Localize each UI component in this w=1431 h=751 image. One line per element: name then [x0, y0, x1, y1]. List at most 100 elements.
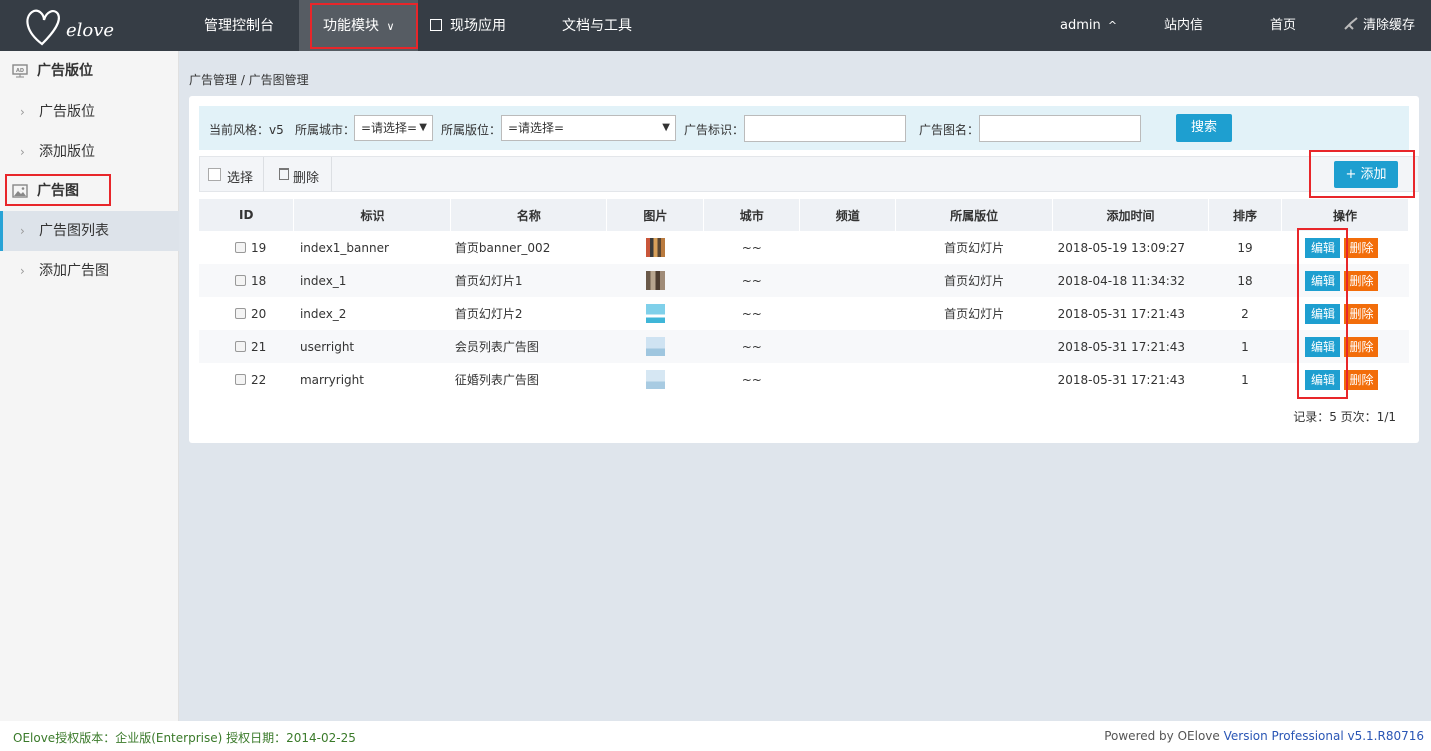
cell-image	[607, 297, 704, 330]
sidebar-item-add-slot[interactable]: › 添加版位	[0, 132, 179, 172]
highlight-box	[5, 174, 111, 206]
cell-order: 1	[1241, 372, 1249, 387]
cell-id: 18	[199, 264, 294, 297]
cell-name: 首页幻灯片1	[450, 264, 607, 297]
cell-tag: index1_banner	[299, 240, 389, 255]
cell-time: 2018-04-18 11:34:32	[1052, 264, 1209, 297]
dropdown-arrow-icon: ▼	[662, 122, 670, 133]
ad-thumbnail[interactable]	[645, 337, 665, 356]
col-header: 名称	[450, 199, 608, 231]
col-header: 操作	[1281, 199, 1410, 231]
cell-id: 22	[199, 363, 294, 396]
cell-tag: marryright	[299, 372, 364, 387]
content-panel: 当前风格：v5 所属城市： =请选择= ▼ 所属版位： =请选择= ▼ 广告标识： …	[189, 96, 1419, 443]
col-header: 图片	[606, 199, 705, 231]
select-all-checkbox[interactable]	[208, 168, 221, 181]
sidebar-item-ad-slots[interactable]: › 广告版位	[0, 92, 179, 132]
delete-button[interactable]: 删除	[1344, 303, 1379, 324]
row-checkbox[interactable]	[235, 241, 246, 253]
ad-thumbnail[interactable]	[645, 238, 665, 257]
cell-image	[606, 330, 704, 363]
nav-home[interactable]: 首页	[1270, 0, 1296, 51]
cell-city: ~~	[703, 264, 800, 297]
sidebar-item-add-ad-image[interactable]: › 添加广告图	[0, 251, 179, 291]
delete-button[interactable]: 删除	[1344, 369, 1379, 390]
cell-city: ~~	[741, 306, 762, 321]
tag-input[interactable]	[744, 115, 906, 142]
nav-docs-tools[interactable]: 文档与工具	[562, 0, 632, 51]
nav-onsite-apps[interactable]: 现场应用	[430, 0, 506, 51]
search-button[interactable]: 搜索	[1176, 114, 1232, 142]
row-checkbox[interactable]	[235, 340, 246, 352]
cell-channel	[800, 363, 896, 396]
sidebar-group-ad-slots[interactable]: AD 广告版位	[0, 51, 179, 91]
cube-icon	[430, 19, 442, 31]
cell-slot: 首页幻灯片	[895, 264, 1053, 297]
nav-console[interactable]: 管理控制台	[204, 0, 274, 51]
delete-button[interactable]: 删除	[1344, 237, 1379, 258]
user-name: admin	[1060, 18, 1101, 33]
cell-time: 2018-05-31 17:21:43	[1057, 372, 1186, 387]
row-checkbox[interactable]	[235, 274, 246, 286]
cell-channel	[799, 264, 896, 297]
cell-image	[606, 264, 704, 297]
ad-thumbnail[interactable]	[645, 304, 665, 323]
cell-channel	[800, 231, 896, 264]
oelove-logo[interactable]: elove	[22, 4, 132, 50]
table-toolbar: 选择 删除	[199, 156, 1419, 192]
delete-button[interactable]: 删除	[1344, 270, 1379, 291]
table-row: 22 marryright 征婚列表广告图 ~~ 2018-05-31 17:21:43…	[199, 363, 1409, 396]
cell-image	[607, 363, 704, 396]
sidebar: AD 广告版位 › 广告版位 › 添加版位 广告图 › 广告图列表 › 添加广告…	[0, 51, 179, 721]
cell-city: ~~	[703, 330, 800, 363]
cell-tag: index_1	[293, 264, 451, 297]
clear-cache-button[interactable]: 清除缓存	[1343, 0, 1415, 51]
row-id: 19	[251, 240, 267, 255]
chevron-right-icon: ›	[20, 145, 25, 159]
col-header: 添加时间	[1052, 199, 1210, 231]
version-link[interactable]: Version Professional v5.1.R80716	[1224, 729, 1424, 743]
col-header: 所属版位	[895, 199, 1054, 231]
image-name-input[interactable]	[979, 115, 1141, 142]
user-menu[interactable]: admin ^	[1060, 0, 1117, 51]
cell-slot	[895, 330, 1053, 363]
cell-slot	[896, 363, 1053, 396]
row-checkbox[interactable]	[235, 307, 246, 319]
ad-icon: AD	[12, 64, 28, 78]
image-name-label: 广告图名：	[919, 123, 980, 137]
slot-label: 所属版位：	[441, 123, 502, 137]
row-id: 21	[251, 339, 267, 354]
clear-cache-label: 清除缓存	[1363, 18, 1416, 33]
cell-id: 20	[199, 297, 294, 330]
cell-order: 1	[1208, 330, 1282, 363]
cell-channel	[800, 297, 896, 330]
table-row: 18 index_1 首页幻灯片1 ~~ 首页幻灯片 2018-04-18 11:34:3…	[199, 264, 1409, 297]
sidebar-item-ad-image-list[interactable]: › 广告图列表	[0, 211, 179, 251]
license-info: OElove授权版本：企业版(Enterprise) 授权日期：2014-02-…	[13, 731, 356, 745]
nav-messages[interactable]: 站内信	[1164, 0, 1203, 51]
svg-text:AD: AD	[16, 68, 24, 74]
col-header: 标识	[293, 199, 452, 231]
cell-city: ~~	[741, 240, 762, 255]
delete-button[interactable]: 删除	[1344, 336, 1379, 357]
city-select[interactable]: =请选择= ▼	[354, 115, 433, 141]
table-row: 19 index1_banner 首页banner_002 ~~ 首页幻灯片 2018-0…	[199, 231, 1409, 264]
nav-onsite-apps-label: 现场应用	[450, 18, 506, 34]
ad-thumbnail[interactable]	[645, 370, 665, 389]
row-id: 22	[251, 372, 267, 387]
tag-label: 广告标识：	[684, 123, 745, 137]
row-checkbox[interactable]	[235, 373, 246, 385]
batch-delete-button[interactable]: 删除	[293, 167, 319, 186]
cell-order: 18	[1208, 264, 1282, 297]
chevron-right-icon: ›	[20, 105, 25, 119]
brush-icon	[1344, 17, 1358, 30]
svg-text:elove: elove	[66, 20, 114, 41]
slot-select[interactable]: =请选择= ▼	[501, 115, 676, 141]
pagination-info: 记录：5 页次：1/1	[1293, 410, 1396, 424]
slot-select-value: =请选择=	[508, 121, 565, 135]
divider	[331, 157, 332, 191]
sidebar-item-label: 添加版位	[39, 144, 95, 160]
select-label[interactable]: 选择	[227, 167, 253, 186]
cell-name: 首页banner_002	[454, 241, 551, 255]
ad-thumbnail[interactable]	[645, 271, 665, 290]
